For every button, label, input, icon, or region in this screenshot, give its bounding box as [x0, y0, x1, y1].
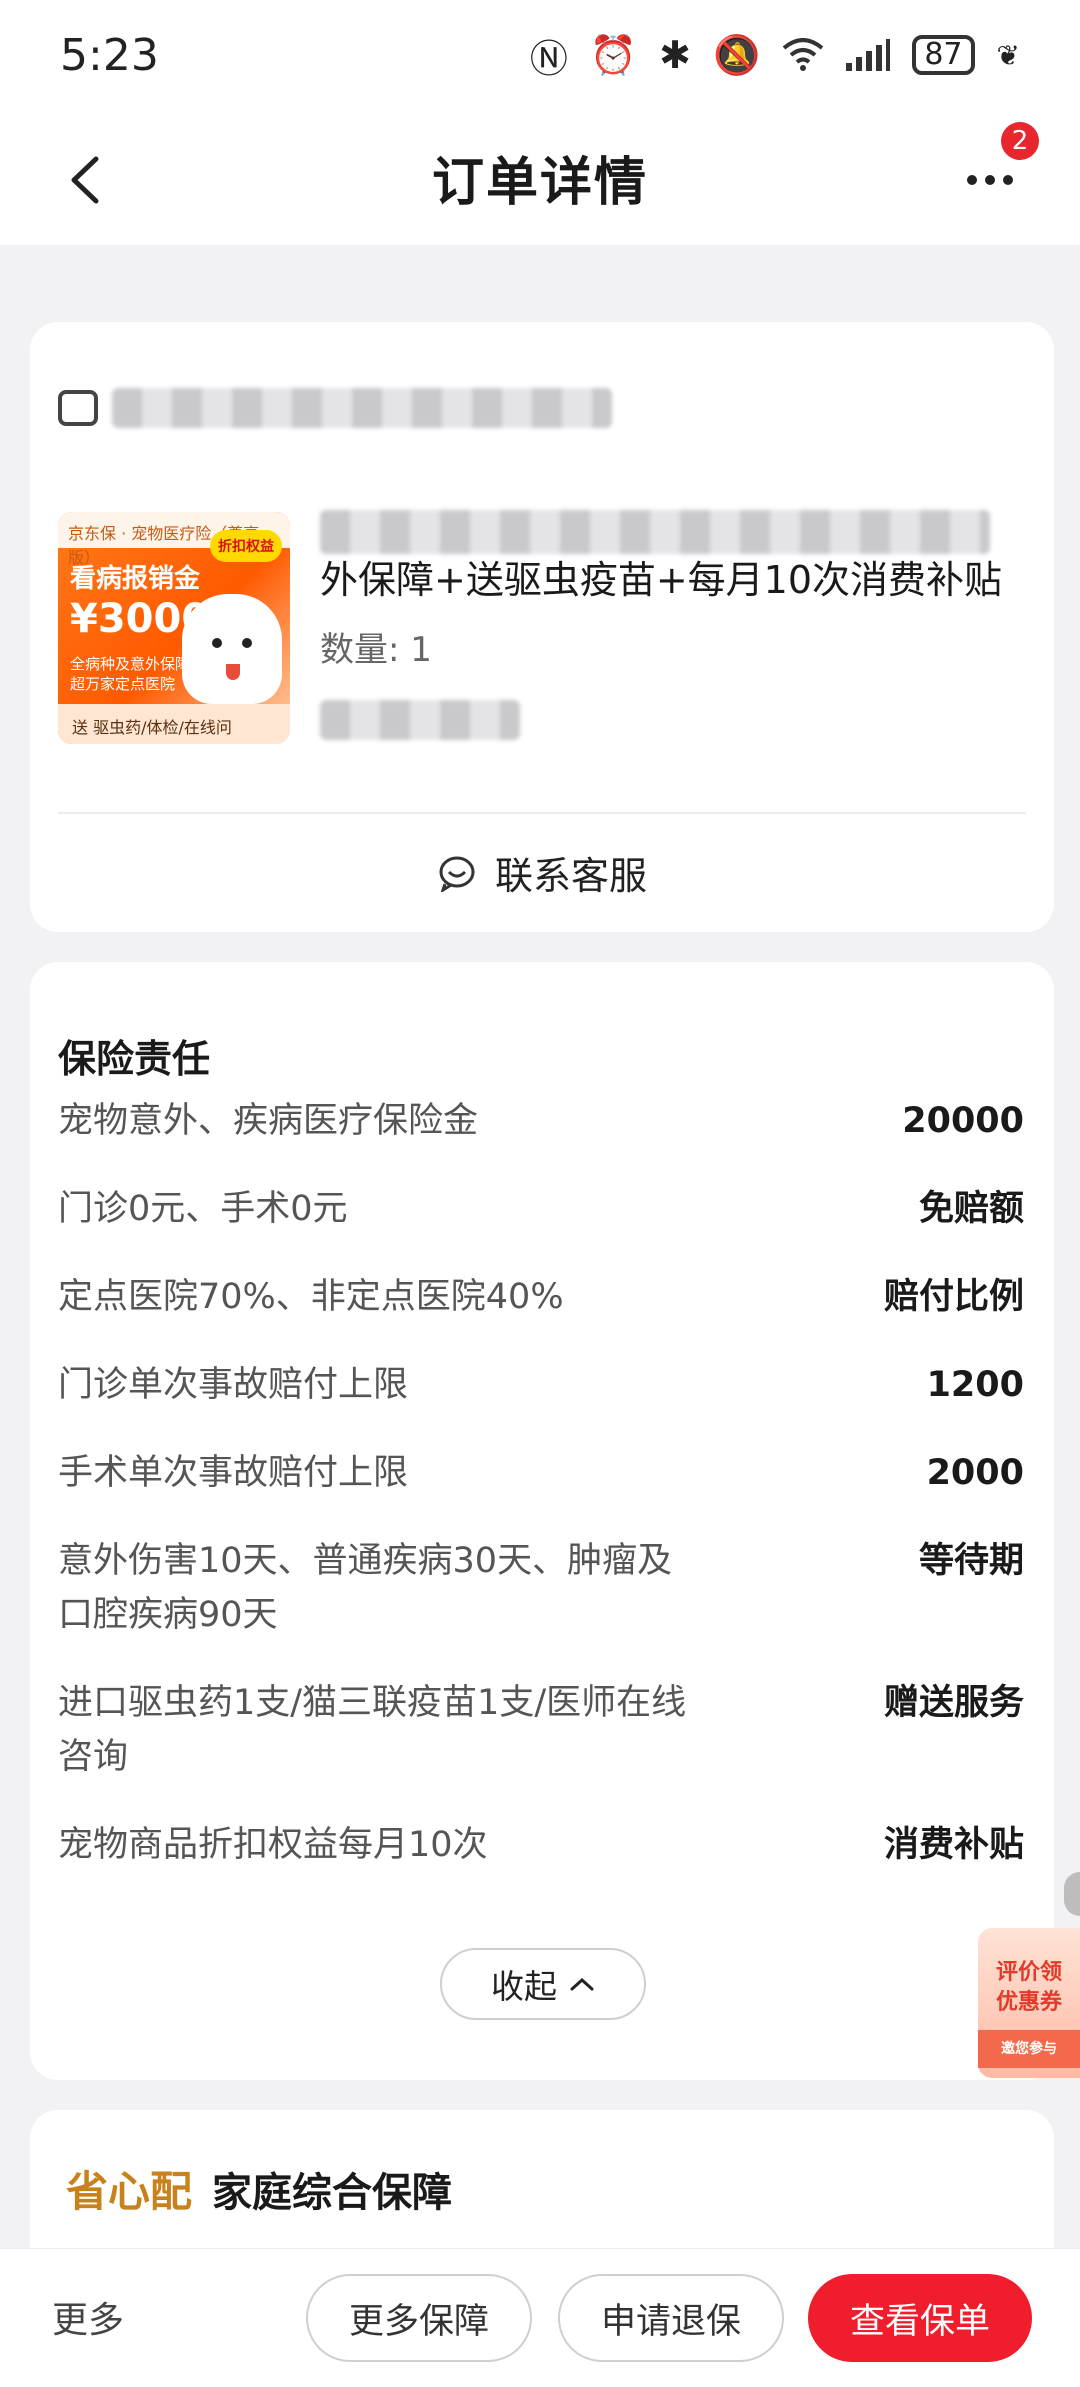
- more-dot: [985, 175, 995, 185]
- coverage-row: 门诊0元、手术0元 免赔额: [58, 1182, 1024, 1236]
- collapse-label: 收起: [491, 1967, 557, 2006]
- status-bar: 5:23 Ⓝ ⏰ ✱ 🔕 87 ❦: [0, 0, 1080, 110]
- coverage-label: 手术单次事故赔付上限: [58, 1453, 409, 1493]
- bluetooth-icon: ✱: [659, 33, 692, 77]
- edge-drag-handle[interactable]: [1064, 1872, 1080, 1916]
- promo-line: 优惠券: [995, 1990, 1062, 2015]
- promo-join-label: 邀您参与: [978, 2030, 1080, 2068]
- bottom-action-bar: 更多 更多保障 申请退保 查看保单: [0, 2248, 1080, 2387]
- chevron-left-icon: [71, 156, 99, 204]
- thumb-tag: 折扣权益: [210, 530, 282, 562]
- chevron-up-icon: [570, 1977, 594, 1991]
- alarm-icon: ⏰: [589, 32, 638, 77]
- thumb-title: 看病报销金: [70, 564, 201, 594]
- coverage-row: 进口驱虫药1支/猫三联疫苗1支/医师在线咨询 赠送服务: [58, 1676, 1024, 1784]
- coverage-value: 赠送服务: [883, 1683, 1024, 1723]
- coverage-value: 等待期: [918, 1541, 1024, 1581]
- coverage-label: 进口驱虫药1支/猫三联疫苗1支/医师在线咨询: [58, 1683, 687, 1777]
- thumb-sub-line: 超万家定点医院: [70, 675, 176, 693]
- product-title-line: 外保障+送驱虫疫苗+每月10次消费补贴: [320, 558, 1003, 602]
- coverage-row: 手术单次事故赔付上限 2000: [58, 1446, 1024, 1500]
- more-coverage-button[interactable]: 更多保障: [306, 2274, 532, 2362]
- coverage-row: 宠物意外、疾病医疗保险金 20000: [58, 1094, 1024, 1148]
- more-link[interactable]: 更多: [52, 2291, 124, 2343]
- family-title: 省心配 家庭综合保障: [66, 2158, 452, 2219]
- leaf-icon: ❦: [996, 38, 1020, 72]
- coverage-row: 意外伤害10天、普通疾病30天、肿瘤及口腔疾病90天 等待期: [58, 1534, 1024, 1642]
- top-nav-bar: 订单详情 2: [0, 110, 1080, 245]
- promo-line: 评价领: [995, 1960, 1062, 1985]
- price-redacted: [320, 700, 520, 740]
- coverage-label: 门诊0元、手术0元: [58, 1189, 348, 1229]
- coverage-label: 门诊单次事故赔付上限: [58, 1365, 409, 1405]
- order-card: 京东保 · 宠物医疗险（尊享版） 折扣权益 看病报销金 ¥30000 全病种及意…: [30, 322, 1054, 932]
- collapse-button[interactable]: 收起: [440, 1948, 646, 2020]
- signal-icon: [846, 39, 891, 71]
- product-quantity: 数量: 1: [320, 630, 432, 670]
- coverage-row: 宠物商品折扣权益每月10次 消费补贴: [58, 1818, 1024, 1872]
- coverage-value: 1200: [926, 1365, 1024, 1405]
- notification-badge: 2: [1001, 122, 1039, 160]
- thumb-sub-line: 全病种及意外保障: [70, 655, 191, 673]
- coverage-value: 免赔额: [918, 1189, 1024, 1229]
- product-thumbnail[interactable]: 京东保 · 宠物医疗险（尊享版） 折扣权益 看病报销金 ¥30000 全病种及意…: [58, 512, 290, 744]
- apply-refund-button[interactable]: 申请退保: [558, 2274, 784, 2362]
- coverage-label: 宠物商品折扣权益每月10次: [58, 1825, 488, 1865]
- family-name: 家庭综合保障: [212, 2169, 453, 2216]
- back-button[interactable]: [55, 150, 115, 210]
- store-row[interactable]: [58, 388, 612, 428]
- thumb-subtitle: 全病种及意外保障 超万家定点医院: [70, 654, 190, 694]
- status-icons: Ⓝ ⏰ ✱ 🔕 87 ❦: [530, 28, 1020, 83]
- contact-service-button[interactable]: 联系客服: [30, 822, 1054, 922]
- coverage-row: 门诊单次事故赔付上限 1200: [58, 1358, 1024, 1412]
- view-policy-button[interactable]: 查看保单: [808, 2274, 1032, 2362]
- page-title: 订单详情: [431, 153, 648, 213]
- more-options-button[interactable]: 2: [955, 122, 1039, 210]
- battery-indicator: 87: [912, 35, 975, 75]
- product-title[interactable]: 外保障+送驱虫疫苗+每月10次消费补贴: [320, 502, 1020, 606]
- thumb-bottom-text: 送 驱虫药/体检/在线问: [58, 704, 290, 744]
- coverage-value: 消费补贴: [883, 1825, 1024, 1865]
- divider: [58, 812, 1026, 814]
- coverage-list: 宠物意外、疾病医疗保险金 20000 门诊0元、手术0元 免赔额 定点医院70%…: [58, 1094, 1024, 1906]
- coverage-card: 保险责任 宠物意外、疾病医疗保险金 20000 门诊0元、手术0元 免赔额 定点…: [30, 962, 1054, 2080]
- coverage-value: 2000: [926, 1453, 1024, 1493]
- coverage-label: 宠物意外、疾病医疗保险金: [58, 1101, 479, 1141]
- coverage-value: 20000: [902, 1101, 1024, 1141]
- coverage-value: 赔付比例: [883, 1277, 1024, 1317]
- coverage-title: 保险责任: [58, 1037, 211, 1081]
- review-coupon-float[interactable]: 评价领 优惠券 邀您参与: [978, 1928, 1080, 2078]
- dog-illustration: [182, 594, 282, 704]
- customer-service-icon: [439, 856, 475, 892]
- wifi-icon: [783, 38, 824, 71]
- family-brand: 省心配: [66, 2167, 193, 2216]
- mute-icon: 🔕: [713, 32, 761, 77]
- status-time: 5:23: [60, 29, 159, 81]
- store-name-redacted: [112, 388, 612, 428]
- product-title-redacted: [320, 510, 990, 554]
- store-icon: [58, 390, 98, 426]
- nfc-icon: Ⓝ: [529, 36, 568, 81]
- more-dot: [967, 175, 977, 185]
- more-dot: [1003, 175, 1013, 185]
- coverage-label: 定点医院70%、非定点医院40%: [58, 1277, 564, 1317]
- contact-service-label: 联系客服: [494, 853, 647, 898]
- coverage-row: 定点医院70%、非定点医院40% 赔付比例: [58, 1270, 1024, 1324]
- coverage-label: 意外伤害10天、普通疾病30天、肿瘤及口腔疾病90天: [58, 1541, 673, 1635]
